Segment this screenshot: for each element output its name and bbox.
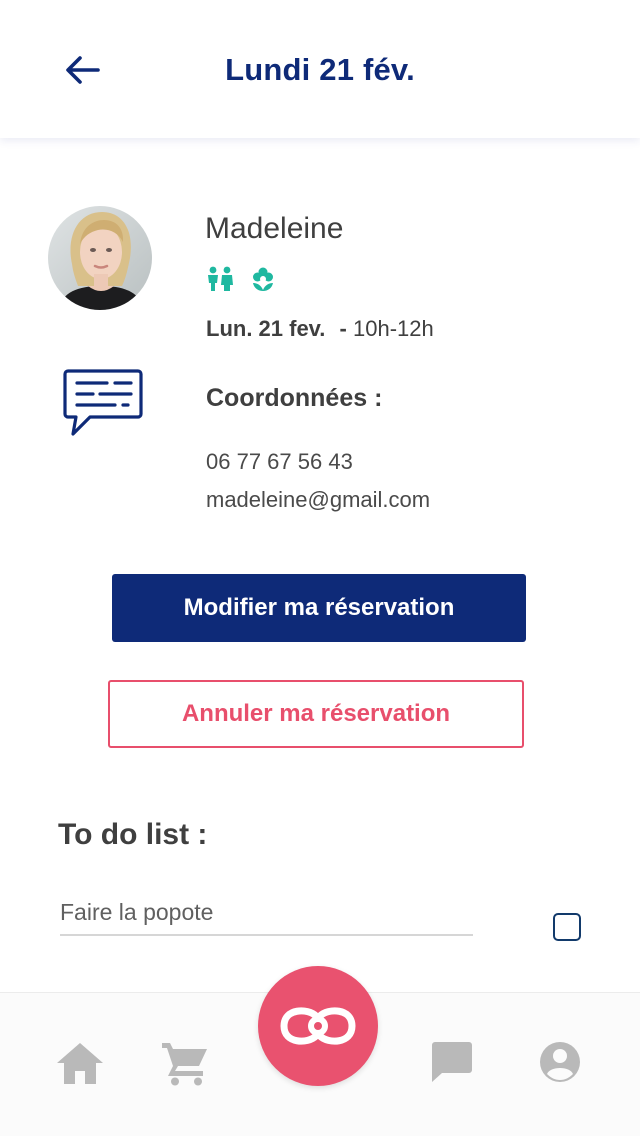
service-icons — [206, 266, 276, 292]
flower-icon — [250, 266, 276, 292]
message-icon — [63, 369, 143, 436]
email-address[interactable]: madeleine@gmail.com — [206, 487, 430, 513]
infinity-logo-icon — [280, 1007, 356, 1045]
modify-booking-button[interactable]: Modifier ma réservation — [112, 574, 526, 642]
todo-title: To do list : — [58, 818, 208, 851]
avatar — [48, 206, 152, 310]
page-title: Lundi 21 fév. — [225, 52, 415, 87]
nav-cart[interactable] — [160, 1040, 210, 1086]
nav-home[interactable] — [54, 1040, 106, 1086]
account-icon — [540, 1042, 580, 1082]
todo-item-input[interactable] — [60, 890, 473, 936]
cancel-booking-button[interactable]: Annuler ma réservation — [108, 680, 524, 748]
booking-date: Lun. 21 fev. — [206, 316, 326, 341]
booking-time: 10h-12h — [352, 316, 434, 341]
phone-number[interactable]: 06 77 67 56 43 — [206, 449, 353, 475]
chat-icon — [432, 1042, 472, 1082]
top-bar: Lundi 21 fév. — [0, 0, 640, 138]
booking-datetime: Lun. 21 fev. - 10h-12h — [206, 316, 434, 342]
nav-account[interactable] — [538, 1040, 582, 1084]
caregiver-name: Madeleine — [205, 212, 344, 245]
home-icon — [57, 1043, 103, 1084]
contact-label: Coordonnées : — [206, 384, 383, 412]
home-logo-button[interactable] — [258, 966, 378, 1086]
cart-icon — [162, 1043, 207, 1086]
children-icon — [206, 266, 234, 292]
date-time-separator: - — [339, 316, 347, 341]
todo-item-checkbox[interactable] — [553, 913, 581, 941]
nav-messages[interactable] — [430, 1040, 474, 1084]
